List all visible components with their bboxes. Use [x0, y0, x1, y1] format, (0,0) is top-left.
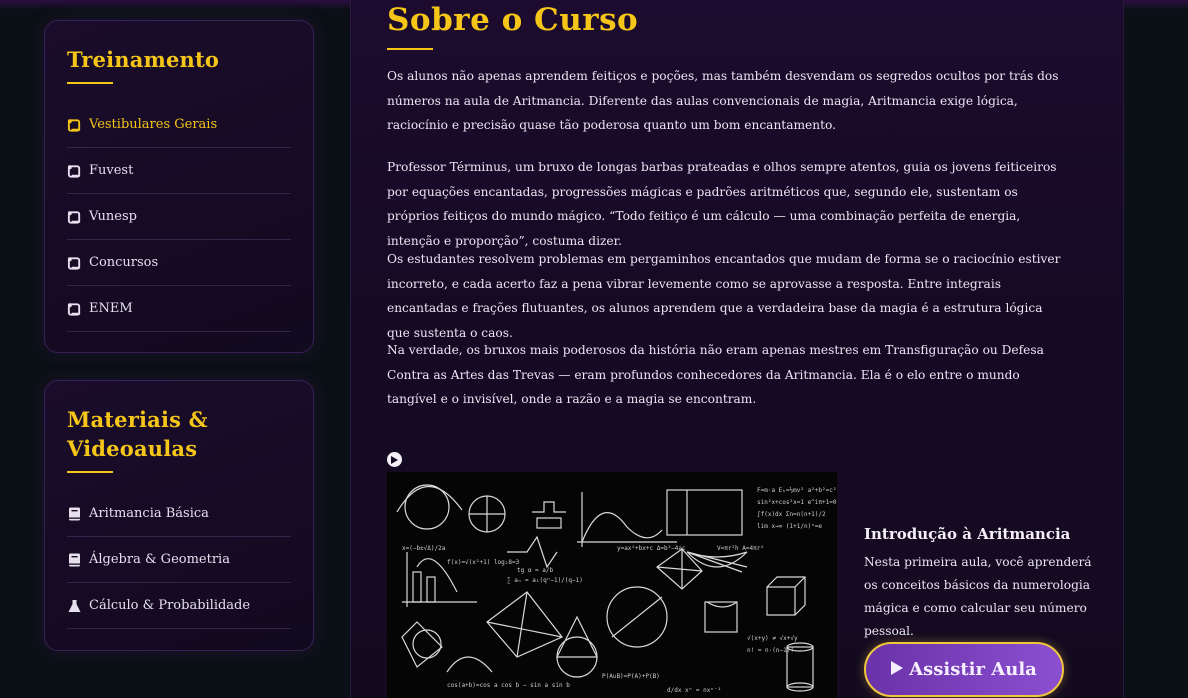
training-list: Vestibulares Gerais Fuvest Vunesp Concur…: [67, 102, 291, 332]
svg-text:∫f(x)dx Σn=n(n+1)/2: ∫f(x)dx Σn=n(n+1)/2: [757, 510, 826, 518]
svg-text:∑ aₙ = a₁(qⁿ−1)/(q−1): ∑ aₙ = a₁(qⁿ−1)/(q−1): [507, 577, 583, 584]
sidebar-item-label: Cálculo & Probabilidade: [89, 598, 251, 613]
sidebar-item-vestibulares-gerais[interactable]: Vestibulares Gerais: [67, 102, 291, 148]
svg-text:cos(a+b)=cos a cos b − sin a s: cos(a+b)=cos a cos b − sin a sin b: [447, 682, 570, 689]
course-paragraph: Os estudantes resolvem problemas em perg…: [387, 252, 1061, 340]
flask-icon: [67, 599, 89, 613]
scroll-icon: [67, 210, 89, 224]
svg-text:F=m·a Eₖ=½mv² a²+b²=c²: F=m·a Eₖ=½mv² a²+b²=c²: [757, 487, 836, 494]
svg-text:tg α = a/b: tg α = a/b: [517, 567, 554, 574]
svg-text:lim x→∞ (1+1/n)ⁿ=e: lim x→∞ (1+1/n)ⁿ=e: [757, 523, 822, 530]
book-icon: [67, 507, 89, 521]
scroll-icon: [67, 302, 89, 316]
course-paragraph: Na verdade, os bruxos mais poderosos da …: [387, 343, 1044, 407]
sidebar-item-calculo-probabilidade[interactable]: Cálculo & Probabilidade: [67, 583, 291, 629]
page-title: Sobre o Curso: [387, 2, 639, 38]
title-underline: [67, 82, 113, 84]
scroll-icon: [67, 256, 89, 270]
sidebar-item-enem[interactable]: ENEM: [67, 286, 291, 332]
materials-list: Aritmancia Básica Álgebra & Geometria Cá…: [67, 491, 291, 629]
scroll-icon: [67, 164, 89, 178]
sidebar-item-label: Aritmancia Básica: [89, 506, 209, 521]
svg-text:x=(−b±√Δ)/2a: x=(−b±√Δ)/2a: [402, 545, 446, 552]
materials-card: Materiais & Videoaulas Aritmancia Básica…: [44, 380, 314, 651]
sidebar-item-fuvest[interactable]: Fuvest: [67, 148, 291, 194]
svg-text:V=πr²h A=4πr²: V=πr²h A=4πr²: [717, 545, 764, 552]
training-title: Treinamento: [67, 47, 220, 72]
video-thumbnail[interactable]: F=m·a Eₖ=½mv² a²+b²=c² sin²x+cos²x=1 e^i…: [387, 472, 837, 698]
title-underline: [67, 471, 113, 473]
sidebar-item-algebra-geometria[interactable]: Álgebra & Geometria: [67, 537, 291, 583]
svg-text:n! = n·(n−1)!: n! = n·(n−1)!: [747, 647, 794, 654]
title-underline: [387, 48, 433, 50]
scroll-icon: [67, 118, 89, 132]
lesson-description: Nesta primeira aula, você aprenderá os c…: [864, 555, 1092, 638]
sidebar-item-label: Álgebra & Geometria: [89, 552, 230, 567]
materials-title: Materiais & Videoaulas: [67, 407, 208, 461]
training-card: Treinamento Vestibulares Gerais Fuvest V…: [44, 20, 314, 353]
play-icon: [891, 659, 904, 680]
sidebar-item-concursos[interactable]: Concursos: [67, 240, 291, 286]
watch-lesson-label: Assistir Aula: [909, 659, 1037, 680]
sidebar-item-label: Vunesp: [89, 209, 137, 224]
sidebar-item-label: Fuvest: [89, 163, 134, 178]
sidebar-item-label: ENEM: [89, 301, 133, 316]
sidebar-item-label: Concursos: [89, 255, 159, 270]
course-paragraph: Professor Términus, um bruxo de longas b…: [387, 160, 1057, 248]
sidebar-item-label: Vestibulares Gerais: [89, 117, 218, 132]
math-chalkboard-image: F=m·a Eₖ=½mv² a²+b²=c² sin²x+cos²x=1 e^i…: [396, 484, 837, 694]
svg-text:d/dx xⁿ = nxⁿ⁻¹: d/dx xⁿ = nxⁿ⁻¹: [667, 687, 721, 694]
svg-text:sin²x+cos²x=1 e^iπ+1=0: sin²x+cos²x=1 e^iπ+1=0: [757, 499, 837, 506]
book-icon: [67, 553, 89, 567]
svg-text:√(x+y) ≠ √x+√y: √(x+y) ≠ √x+√y: [747, 635, 798, 642]
svg-text:y=ax²+bx+c Δ=b²−4ac: y=ax²+bx+c Δ=b²−4ac: [617, 545, 686, 552]
play-icon[interactable]: [387, 452, 402, 467]
watch-lesson-button[interactable]: Assistir Aula: [864, 642, 1064, 697]
sidebar-item-aritmancia-basica[interactable]: Aritmancia Básica: [67, 491, 291, 537]
svg-text:f(x)=√(x²+1) log₂8=3: f(x)=√(x²+1) log₂8=3: [447, 559, 520, 566]
lesson-title: Introdução à Aritmancia: [864, 525, 1071, 543]
course-main-panel: Sobre o Curso Os alunos não apenas apren…: [350, 0, 1124, 698]
sidebar-item-vunesp[interactable]: Vunesp: [67, 194, 291, 240]
course-paragraph: Os alunos não apenas aprendem feitiços e…: [387, 69, 1059, 133]
svg-text:P(A∪B)=P(A)+P(B): P(A∪B)=P(A)+P(B): [602, 673, 660, 680]
